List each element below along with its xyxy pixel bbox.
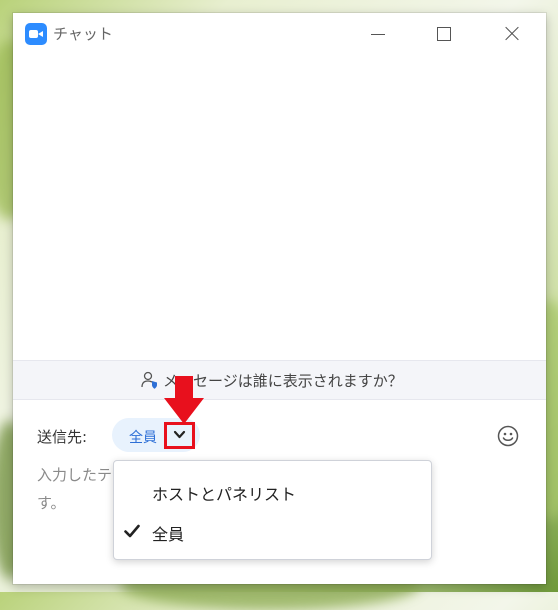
recipient-dropdown-menu: ホストとパネリスト 全員 <box>113 460 432 560</box>
visibility-info-bar[interactable]: メッセージは誰に表示されますか？ <box>13 360 546 400</box>
close-icon[interactable] <box>497 21 527 47</box>
emoji-icon[interactable] <box>497 425 519 447</box>
window-title: チャット <box>53 25 113 43</box>
down-arrow-annotation <box>164 376 204 424</box>
menu-item-everyone[interactable]: 全員 <box>114 511 431 551</box>
menu-item-hosts-panelists[interactable]: ホストとパネリスト <box>114 471 431 511</box>
recipient-dropdown-button[interactable] <box>164 422 195 449</box>
person-shield-icon <box>141 371 157 389</box>
chat-window: チャット メッセージは誰に表示されますか？ 送信先: 全員 入力したテキストは、… <box>13 13 546 584</box>
menu-item-label: 全員 <box>152 525 185 544</box>
send-to-label: 送信先: <box>37 428 88 446</box>
title-bar[interactable]: チャット <box>13 13 546 55</box>
menu-item-label: ホストとパネリスト <box>152 485 297 504</box>
maximize-icon[interactable] <box>428 21 458 47</box>
minimize-icon[interactable] <box>363 21 393 47</box>
chevron-down-icon <box>173 430 186 439</box>
checkmark-icon <box>124 524 140 538</box>
zoom-camera-icon <box>25 23 47 45</box>
recipient-value: 全員 <box>129 430 157 446</box>
chat-message-area[interactable] <box>13 55 546 360</box>
